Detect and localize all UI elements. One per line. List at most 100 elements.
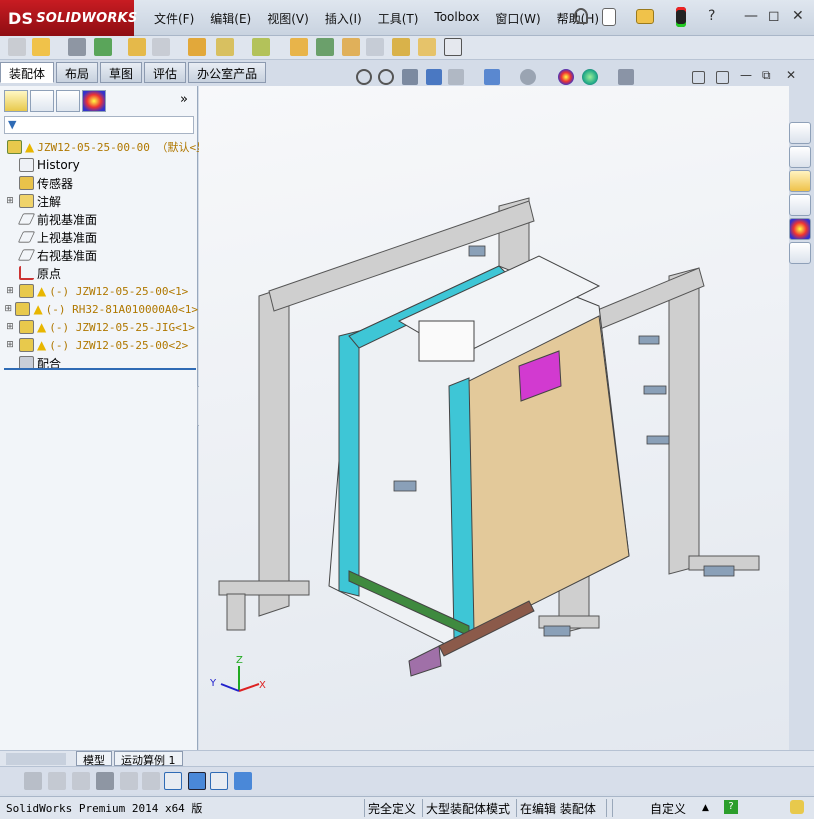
graphics-area[interactable]: Z X Y: [199, 86, 789, 750]
tab-sketch[interactable]: 草图: [100, 62, 143, 83]
tab-layout[interactable]: 布局: [56, 62, 99, 83]
new-part-icon[interactable]: [32, 38, 50, 56]
mate-icon[interactable]: [68, 38, 86, 56]
perspective-icon[interactable]: [142, 772, 160, 790]
configuration-manager-tab-icon[interactable]: [56, 90, 80, 112]
file-explorer-icon[interactable]: [789, 170, 811, 192]
tree-root-assembly[interactable]: ▲ JZW12-05-25-00-00 （默认<显示状态-1>）: [4, 138, 271, 156]
display-style-icon[interactable]: [520, 69, 536, 85]
maximize-icon[interactable]: ◻: [768, 8, 780, 24]
expand-toggle-icon[interactable]: ⊞: [4, 322, 16, 332]
draft-quality-icon[interactable]: [120, 772, 138, 790]
expand-toggle-icon[interactable]: ⊞: [4, 340, 16, 350]
interference-detection-icon[interactable]: [392, 38, 410, 56]
apply-scene-icon[interactable]: [582, 69, 598, 85]
explode-line-sketch-icon[interactable]: [366, 38, 384, 56]
shaded-icon[interactable]: [48, 772, 66, 790]
rebuild-traffic-light-icon[interactable]: [676, 7, 686, 27]
menu-insert[interactable]: 插入(I): [317, 8, 370, 29]
appearances-icon[interactable]: [789, 218, 811, 240]
move-component-icon[interactable]: [152, 38, 170, 56]
large-assembly-mode-icon[interactable]: [444, 38, 462, 56]
smart-fasteners-icon[interactable]: [128, 38, 146, 56]
shaded-edges-icon[interactable]: [24, 772, 42, 790]
previous-view-icon[interactable]: [402, 69, 418, 85]
zoom-to-area-icon[interactable]: [378, 69, 394, 85]
view-palette-icon[interactable]: [789, 194, 811, 216]
zoom-to-fit-icon[interactable]: [356, 69, 372, 85]
view-orientation-icon[interactable]: [484, 69, 500, 85]
doc-minimize-icon[interactable]: —: [740, 68, 752, 82]
pin-icon[interactable]: [574, 8, 588, 24]
menu-edit[interactable]: 编辑(E): [202, 8, 259, 29]
tree-node[interactable]: ⊞ ▲ (-) JZW12-05-25-00<2>: [4, 336, 198, 354]
instant3d-icon[interactable]: [418, 38, 436, 56]
expand-toggle-icon[interactable]: ⊞: [4, 196, 16, 206]
tree-node[interactable]: 上视基准面: [4, 228, 198, 246]
tree-node[interactable]: 前视基准面: [4, 210, 198, 228]
tab-motion-study[interactable]: 运动算例 1: [114, 751, 183, 767]
edit-appearance-icon[interactable]: [558, 69, 574, 85]
tab-office-products[interactable]: 办公室产品: [188, 62, 267, 83]
design-library-icon[interactable]: [789, 146, 811, 168]
help-icon[interactable]: ?: [708, 8, 715, 24]
new-motion-study-icon[interactable]: [290, 38, 308, 56]
reference-geometry-icon[interactable]: [252, 38, 270, 56]
tree-node[interactable]: ⊞ ▲ (-) JZW12-05-25-JIG<1>: [4, 318, 198, 336]
tree-filter-input[interactable]: ▼: [4, 116, 194, 134]
feature-tree-tab-icon[interactable]: [4, 90, 28, 112]
bill-of-materials-icon[interactable]: [316, 38, 334, 56]
insert-component-icon[interactable]: [8, 38, 26, 56]
menu-view[interactable]: 视图(V): [259, 8, 317, 29]
tab-scroll-arrows[interactable]: [6, 752, 66, 765]
show-hidden-icon[interactable]: [188, 38, 206, 56]
new-document-icon[interactable]: [602, 8, 616, 26]
rebuild-pen-icon[interactable]: [790, 800, 804, 814]
tree-node[interactable]: 原点: [4, 264, 198, 282]
custom-properties-icon[interactable]: [789, 242, 811, 264]
status-units[interactable]: 自定义: [650, 800, 686, 817]
tree-node[interactable]: ⊞ ▲ (-) JZW12-05-25-00<1>: [4, 282, 198, 300]
expand-toggle-icon[interactable]: ⊞: [4, 304, 12, 314]
tab-model[interactable]: 模型: [76, 751, 112, 767]
close-icon[interactable]: ✕: [792, 8, 804, 24]
linear-pattern-icon[interactable]: [94, 38, 112, 56]
assembly-model-render[interactable]: Z X Y: [199, 86, 789, 750]
section-icon[interactable]: [164, 772, 182, 790]
render-tools-icon[interactable]: [234, 772, 252, 790]
solidworks-resources-icon[interactable]: [789, 122, 811, 144]
menu-window[interactable]: 窗口(W): [487, 8, 548, 29]
menu-tools[interactable]: 工具(T): [370, 8, 427, 29]
menu-file[interactable]: 文件(F): [146, 8, 202, 29]
open-icon[interactable]: [636, 9, 654, 24]
units-up-arrow-icon[interactable]: ▲: [702, 803, 709, 813]
wireframe-icon[interactable]: [96, 772, 114, 790]
viewport-tile-icon[interactable]: [692, 71, 705, 84]
dynamic-annotation-icon[interactable]: [448, 69, 464, 85]
solidworks-logo[interactable]: DS SOLIDWORKS: [0, 0, 137, 36]
expand-panel-chevron-icon[interactable]: »: [180, 92, 188, 107]
doc-close-icon[interactable]: ✕: [786, 68, 796, 82]
display-manager-tab-icon[interactable]: [82, 90, 106, 112]
tree-node[interactable]: ⊞ 注解: [4, 192, 198, 210]
section-view-icon[interactable]: [426, 69, 442, 85]
exploded-view-icon[interactable]: [342, 38, 360, 56]
doc-restore-icon[interactable]: ⧉: [762, 68, 771, 83]
tab-assembly[interactable]: 装配体: [0, 62, 55, 83]
tab-evaluate[interactable]: 评估: [144, 62, 187, 83]
status-help-icon[interactable]: ?: [724, 800, 738, 814]
tree-node[interactable]: 传感器: [4, 174, 198, 192]
viewport-split-icon[interactable]: [716, 71, 729, 84]
expand-toggle-icon[interactable]: ⊞: [4, 286, 16, 296]
tree-node[interactable]: 右视基准面: [4, 246, 198, 264]
tree-rollback-bar[interactable]: [4, 368, 196, 370]
property-manager-tab-icon[interactable]: [30, 90, 54, 112]
hidden-lines-icon[interactable]: [72, 772, 90, 790]
tree-node[interactable]: History: [4, 156, 198, 174]
menu-toolbox[interactable]: Toolbox: [426, 8, 487, 29]
isometric-view-icon[interactable]: [188, 772, 206, 790]
view-settings-icon[interactable]: [618, 69, 634, 85]
tree-node[interactable]: ⊞ ▲ (-) RH32-81A010000A0<1>: [4, 300, 198, 318]
assembly-features-icon[interactable]: [216, 38, 234, 56]
grid-view-icon[interactable]: [210, 772, 228, 790]
